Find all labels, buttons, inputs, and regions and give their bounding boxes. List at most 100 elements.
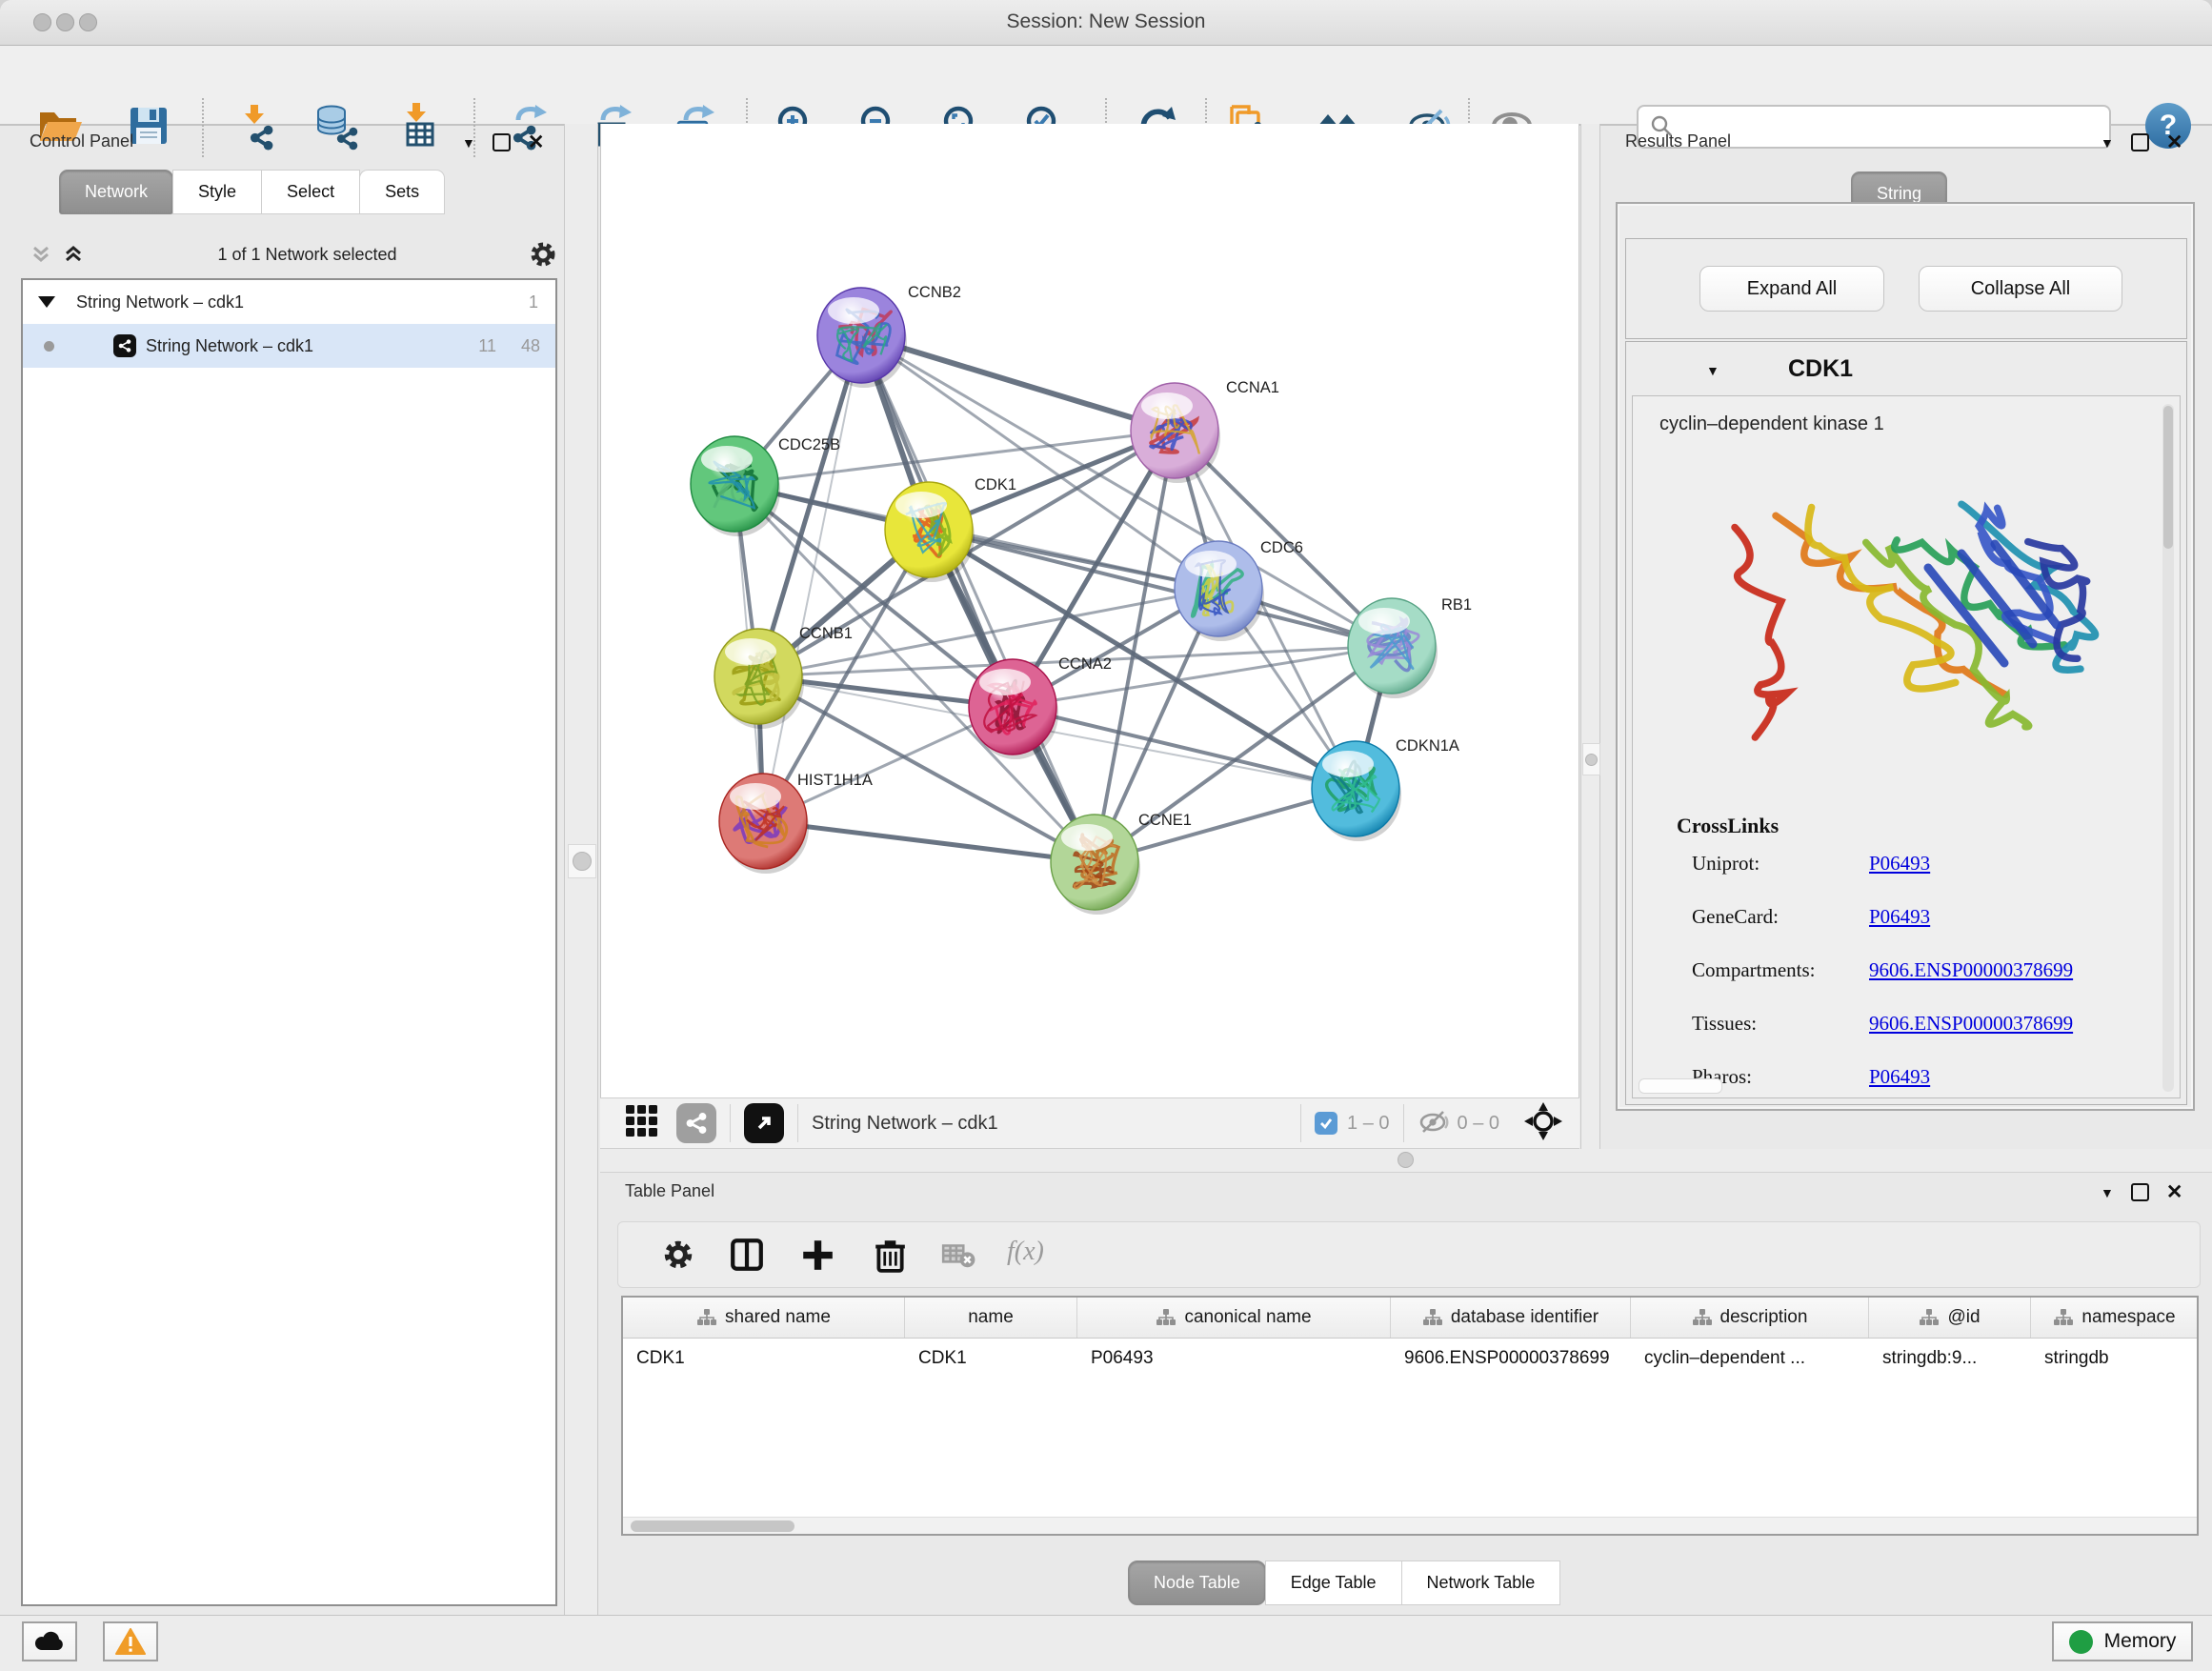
tab-style[interactable]: Style [172,170,262,214]
crosslinks-title: CrossLinks [1677,814,1779,838]
results-panel-menu-icon[interactable]: ▼ [2101,135,2114,151]
expand-all-button[interactable]: Expand All [1699,266,1884,312]
add-column-icon[interactable] [799,1237,835,1278]
node-CCNE1[interactable]: CCNE1 [1051,812,1192,915]
tab-network[interactable]: Network [59,170,173,214]
column-network-icon [2053,1308,2074,1327]
column-header-label: database identifier [1451,1307,1599,1328]
table-cell[interactable]: 9606.ENSP00000378699 [1391,1339,1631,1379]
crosshair-icon[interactable] [1524,1102,1562,1145]
column-header-@id[interactable]: @id [1869,1298,2031,1338]
birdseye-grid-icon[interactable] [623,1102,661,1145]
node-CCNA2[interactable]: CCNA2 [969,655,1112,759]
network-collection-row[interactable]: String Network – cdk1 1 [23,280,555,324]
crosslink-link[interactable]: 9606.ENSP00000378699 [1869,1012,2073,1036]
crosslink-link[interactable]: P06493 [1869,905,1930,929]
node-CCNB2[interactable]: CCNB2 [817,284,961,388]
left-splitter-handle[interactable] [568,844,596,878]
table-cell[interactable]: cyclin–dependent ... [1631,1339,1869,1379]
network-options-gear-icon[interactable] [529,240,557,269]
node-CCNB1[interactable]: CCNB1 [714,625,853,729]
results-panel-title: Results Panel [1625,131,1731,151]
table-cell[interactable]: P06493 [1077,1339,1391,1379]
horizontal-splitter[interactable] [600,1149,2212,1173]
tab-node-table[interactable]: Node Table [1128,1560,1266,1605]
horizontal-splitter-handle[interactable] [1398,1152,1414,1168]
hidden-eye-slash-icon[interactable] [1418,1107,1450,1140]
node-RB1[interactable]: RB1 [1348,596,1472,698]
table-panel-close-icon[interactable]: ✕ [2166,1185,2183,1199]
tab-sets[interactable]: Sets [359,170,445,214]
results-hscrollbar[interactable] [1639,1078,1722,1094]
column-header-description[interactable]: description [1631,1298,1869,1338]
node-HIST1H1A[interactable]: HIST1H1A [719,772,873,874]
table-cell[interactable]: CDK1 [905,1339,1077,1379]
network-view-toolbar: String Network – cdk1 1 – 0 0 – 0 [600,1097,1579,1149]
memory-button[interactable]: Memory [2052,1621,2193,1661]
table-cell[interactable]: CDK1 [623,1339,905,1379]
right-splitter[interactable] [1580,124,1600,1149]
column-header-name[interactable]: name [905,1298,1077,1338]
results-panel-close-icon[interactable]: ✕ [2166,135,2183,150]
share-network-icon[interactable] [676,1103,716,1143]
edge-CCNB2-HIST1H1A[interactable] [763,335,861,821]
node-CDC6[interactable]: CDC6 [1175,539,1303,641]
results-vscrollbar[interactable] [2162,404,2174,1092]
collapse-all-tree-icon[interactable] [61,242,86,267]
table-panel-title: Table Panel [625,1181,714,1201]
network-canvas[interactable]: CCNB2 CCNA1 CDC25B CDK1 CDC6 RB1 CCNB1 [600,124,1579,1097]
column-header-shared-name[interactable]: shared name [623,1298,905,1338]
launch-view-icon[interactable] [744,1103,784,1143]
column-header-database-identifier[interactable]: database identifier [1391,1298,1631,1338]
tab-network-table[interactable]: Network Table [1401,1560,1561,1605]
node-CCNA1[interactable]: CCNA1 [1131,379,1279,483]
crosslink-label: Tissues: [1692,1012,1757,1036]
table-cell[interactable]: stringdb:9... [1869,1339,2031,1379]
left-splitter[interactable] [564,124,598,1615]
node-label-CCNA2: CCNA2 [1058,655,1112,673]
column-header-label: namespace [2081,1307,2175,1328]
table-row[interactable]: CDK1CDK1P064939606.ENSP00000378699cyclin… [623,1339,2197,1379]
warning-button[interactable] [103,1621,158,1661]
control-panel-close-icon[interactable]: ✕ [528,135,545,150]
edge-HIST1H1A-CCNE1[interactable] [763,821,1095,862]
edge-CCNB2-CCNE1[interactable] [861,335,1095,862]
main-toolbar: ? [0,46,2212,126]
node-CDKN1A[interactable]: CDKN1A [1312,737,1459,841]
table-panel-float-icon[interactable] [2131,1183,2149,1201]
view-title: String Network – cdk1 [812,1113,998,1135]
collapse-all-button[interactable]: Collapse All [1919,266,2122,312]
crosslink-link[interactable]: 9606.ENSP00000378699 [1869,958,2073,982]
protein-section: ▼ CDK1 cyclin–dependent kinase 1 CrossLi… [1625,341,2187,1105]
protein-structure-image [1690,453,2100,787]
crosslink-link[interactable]: P06493 [1869,1065,1930,1089]
edge-CCNA2-CDKN1A[interactable] [1013,707,1356,789]
column-header-namespace[interactable]: namespace [2031,1298,2199,1338]
column-header-canonical-name[interactable]: canonical name [1077,1298,1391,1338]
table-hscrollbar[interactable] [623,1517,2197,1535]
trash-icon[interactable] [872,1237,908,1278]
protein-collapse-icon[interactable]: ▼ [1706,363,1719,378]
results-panel-float-icon[interactable] [2131,133,2149,151]
column-header-label: description [1720,1307,1808,1328]
tab-edge-table[interactable]: Edge Table [1265,1560,1402,1605]
edge-CCNB2-CCNA1[interactable] [861,335,1175,431]
table-panel-menu-icon[interactable]: ▼ [2101,1185,2114,1200]
node-CDK1[interactable]: CDK1 [885,476,1016,582]
cloud-button[interactable] [22,1621,77,1661]
gear-icon[interactable] [660,1237,696,1278]
tab-select[interactable]: Select [261,170,360,214]
network-row-selected[interactable]: String Network – cdk1 11 48 [23,324,555,368]
table-cell[interactable]: stringdb [2031,1339,2199,1379]
crosslink-link[interactable]: P06493 [1869,852,1930,876]
column-header-label: name [968,1307,1014,1328]
node-label-CDC25B: CDC25B [778,436,840,453]
expand-all-tree-icon[interactable] [29,242,53,267]
tree-expand-icon[interactable] [38,296,55,308]
right-splitter-handle[interactable] [1582,743,1600,775]
cloud-icon [33,1630,66,1653]
selected-checkbox-icon[interactable] [1315,1112,1337,1135]
control-panel-float-icon[interactable] [493,133,511,151]
control-panel-menu-icon[interactable]: ▼ [462,135,475,151]
split-columns-icon[interactable] [729,1237,765,1278]
